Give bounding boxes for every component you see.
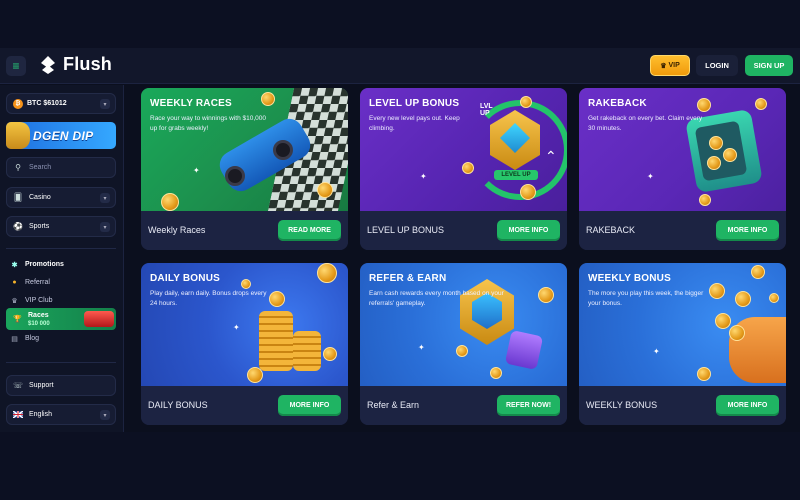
card-footer: DAILY BONUS MORE INFO: [141, 386, 348, 425]
bottom-band: [0, 432, 800, 500]
casino-dropdown[interactable]: 🂠 Casino ▾: [6, 187, 116, 208]
vip-button[interactable]: ♛ VIP: [650, 55, 690, 76]
promo-banner[interactable]: DGEN DIP: [6, 122, 116, 149]
chevron-down-icon: ▾: [100, 410, 110, 420]
sidebar-item-blog[interactable]: ▤ Blog: [10, 334, 39, 343]
search-input[interactable]: ⚲ Search: [6, 157, 116, 178]
card-title: WEEKLY BONUS: [588, 273, 671, 284]
card-title: DAILY BONUS: [150, 273, 220, 284]
sports-dropdown[interactable]: ⚽ Sports ▾: [6, 216, 116, 237]
search-icon: ⚲: [15, 163, 21, 172]
sidebar-item-promotions[interactable]: ✱ Promotions: [10, 260, 64, 269]
card-footer: WEEKLY BONUS MORE INFO: [579, 386, 786, 425]
promo-card-daily-bonus: ✦ DAILY BONUS Play daily, earn daily. Bo…: [141, 263, 348, 425]
soccer-ball-icon: ⚽: [13, 222, 23, 231]
promotions-icon: ✱: [11, 261, 18, 269]
read-more-button[interactable]: READ MORE: [278, 220, 341, 241]
card-footer-label: LEVEL UP BONUS: [367, 225, 445, 235]
more-info-button[interactable]: MORE INFO: [497, 220, 560, 241]
card-footer-label: Refer & Earn: [367, 400, 420, 410]
headset-icon: ☏: [13, 381, 24, 390]
crown-icon: ♛: [11, 297, 18, 305]
chevron-down-icon: ▾: [100, 99, 110, 109]
top-band: [0, 0, 800, 48]
card-footer: Weekly Races READ MORE: [141, 211, 348, 250]
crown-icon: ♛: [660, 62, 667, 70]
blog-icon: ▤: [11, 335, 18, 343]
referral-coin-icon: ●: [12, 279, 17, 286]
more-info-button[interactable]: MORE INFO: [716, 220, 779, 241]
card-description: Play daily, earn daily. Bonus drops ever…: [150, 290, 267, 307]
card-title: RAKEBACK: [588, 98, 647, 109]
search-placeholder: Search: [29, 164, 52, 171]
promo-card-weekly-races: ✦ WEEKLY RACES Race your way to winnings…: [141, 88, 348, 250]
card-footer-label: DAILY BONUS: [148, 400, 208, 410]
refer-now-button[interactable]: REFER NOW!: [497, 395, 560, 416]
support-label: Support: [29, 382, 54, 389]
cards-icon: 🂠: [13, 193, 23, 202]
bitcoin-icon: ₿: [13, 98, 23, 109]
badge-ribbon-label: LEVEL UP: [494, 170, 538, 180]
logo[interactable]: Flush: [38, 54, 112, 75]
logo-text: Flush: [63, 54, 112, 74]
more-info-button[interactable]: MORE INFO: [716, 395, 779, 416]
vip-label: VIP: [668, 62, 680, 69]
promo-card-weekly-bonus: ✦ WEEKLY BONUS The more you play this we…: [579, 263, 786, 425]
flush-logo-icon: [38, 55, 58, 75]
promo-card-level-up-bonus: LVL UP LEVEL UP ✦ ⌃ LEVEL UP BONUS Every…: [360, 88, 567, 250]
trophy-icon: 🏆: [13, 316, 22, 323]
balance-label: BTC $61012: [27, 100, 67, 107]
language-selector[interactable]: English ▾: [6, 404, 116, 425]
promo-card-refer-earn: ✦ REFER & EARN Earn cash rewards every m…: [360, 263, 567, 425]
card-footer-label: WEEKLY BONUS: [586, 400, 658, 410]
race-car-thumbnail: [84, 311, 114, 327]
sidebar-item-vip-club[interactable]: ♛ VIP Club: [10, 296, 53, 305]
signup-button[interactable]: SIGN UP: [745, 55, 793, 76]
sports-label: Sports: [29, 223, 50, 230]
card-footer: Refer & Earn REFER NOW!: [360, 386, 567, 425]
promo-card-rakeback: ✦ RAKEBACK Get rakeback on every bet. Cl…: [579, 88, 786, 250]
card-footer-label: RAKEBACK: [586, 225, 636, 235]
card-title: LEVEL UP BONUS: [369, 98, 460, 109]
sidebar-item-referral[interactable]: ● Referral: [10, 278, 50, 287]
card-description: Race your way to winnings with $10,000 u…: [150, 115, 266, 132]
card-description: The more you play this week, the bigger …: [588, 290, 704, 307]
blog-label: Blog: [25, 335, 40, 342]
card-title: REFER & EARN: [369, 273, 447, 284]
mascot-image: [6, 122, 30, 149]
chevron-down-icon: ▾: [100, 193, 110, 203]
card-description: Earn cash rewards every month based on y…: [369, 290, 504, 307]
sidebar-divider: [6, 362, 116, 363]
card-description: Get rakeback on every bet. Claim every 3…: [588, 115, 703, 132]
coin-stack-image: [259, 311, 293, 371]
referral-label: Referral: [25, 279, 50, 286]
card-description: Every new level pays out. Keep climbing.: [369, 115, 460, 132]
login-button[interactable]: LOGIN: [696, 55, 738, 76]
card-footer: LEVEL UP BONUS MORE INFO: [360, 211, 567, 250]
uk-flag-icon: [13, 410, 23, 420]
promo-banner-text: DGEN DIP: [33, 128, 94, 143]
language-label: English: [29, 411, 52, 418]
card-title: WEEKLY RACES: [150, 98, 232, 109]
balance-selector[interactable]: ₿ BTC $61012 ▾: [6, 93, 116, 114]
sidebar-item-races[interactable]: 🏆 Races $10 000: [6, 308, 116, 330]
menu-toggle-icon[interactable]: ≡: [6, 56, 26, 76]
sidebar-divider: [6, 248, 116, 249]
vip-club-label: VIP Club: [25, 297, 53, 304]
card-footer: RAKEBACK MORE INFO: [579, 211, 786, 250]
chevron-down-icon: ▾: [100, 222, 110, 232]
support-button[interactable]: ☏ Support: [6, 375, 116, 396]
casino-label: Casino: [29, 194, 51, 201]
races-label: Races: [28, 311, 49, 319]
more-info-button[interactable]: MORE INFO: [278, 395, 341, 416]
promotions-label: Promotions: [25, 261, 64, 268]
card-footer-label: Weekly Races: [148, 225, 206, 235]
races-amount: $10 000: [28, 320, 50, 327]
